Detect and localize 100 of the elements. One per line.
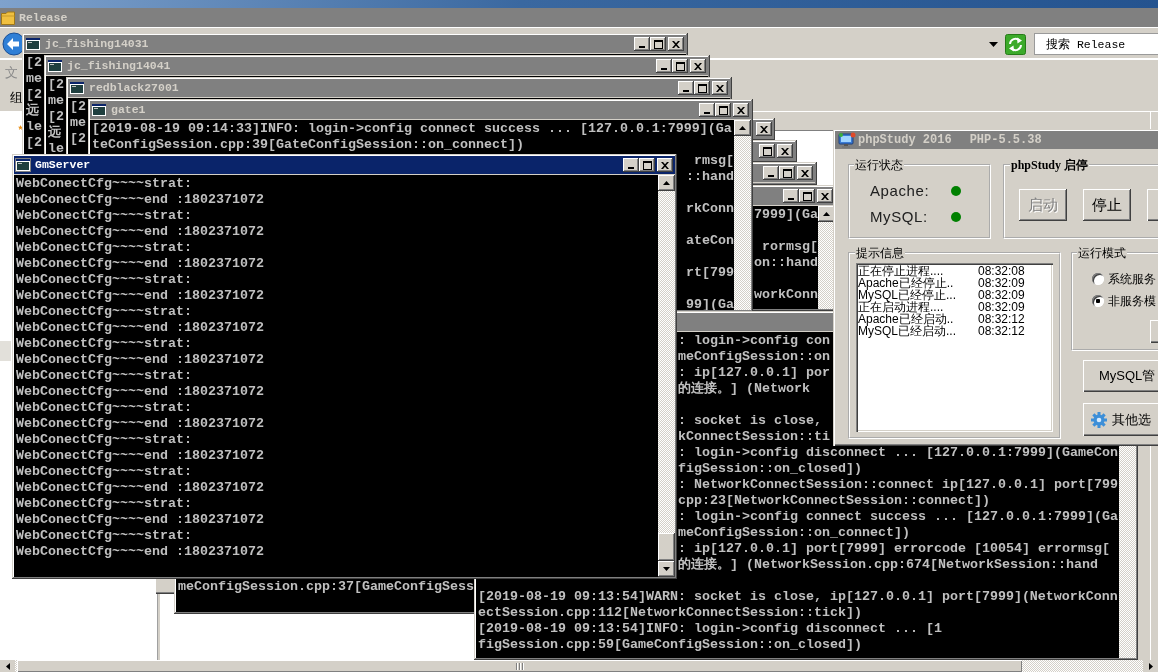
console-line: 的连接。] (NetworkSession.cpp:674[NetworkSession::hand bbox=[678, 557, 1098, 573]
console-line: rt[799 bbox=[686, 265, 734, 281]
scroll-right-button[interactable] bbox=[1143, 660, 1158, 672]
service-label: MySQL: bbox=[870, 208, 929, 226]
console-line: 7999](Ga bbox=[754, 207, 818, 223]
console-line: WebConectCfg~~~~end :1802371072 bbox=[16, 352, 264, 368]
partial-button[interactable] bbox=[1147, 189, 1158, 221]
close-button[interactable] bbox=[668, 37, 684, 51]
log-message: Apache已经启动.. bbox=[858, 313, 955, 325]
maximize-button[interactable] bbox=[759, 144, 775, 158]
search-field[interactable]: 搜索 Release bbox=[1034, 33, 1158, 55]
action-button[interactable]: 其他选 bbox=[1083, 403, 1158, 436]
arrow-up-icon bbox=[823, 212, 830, 216]
close-icon bbox=[716, 84, 724, 92]
console-line: kConnectSession::ti bbox=[678, 429, 830, 445]
scrollbar-thumb[interactable] bbox=[658, 533, 675, 561]
maximize-button[interactable] bbox=[715, 103, 731, 117]
close-button[interactable] bbox=[690, 59, 706, 73]
maximize-button[interactable] bbox=[799, 189, 815, 203]
close-button[interactable] bbox=[817, 189, 833, 203]
minimize-button[interactable] bbox=[763, 166, 779, 180]
close-button[interactable] bbox=[797, 166, 813, 180]
console-line: [2019-08-19 09:14:33]INFO: login->config connect success ... [127.0.0.1:7999](Ga bbox=[92, 121, 732, 137]
folder-icon bbox=[1, 10, 15, 25]
maximize-icon bbox=[697, 83, 707, 93]
maximize-icon bbox=[718, 105, 728, 115]
console-line: WebConectCfg~~~~end :1802371072 bbox=[16, 320, 264, 336]
log-message: 正在停止进程.... bbox=[858, 265, 944, 277]
log-time: 08:32:12 bbox=[978, 313, 1025, 325]
radio-button[interactable] bbox=[1092, 295, 1104, 307]
radio-option[interactable]: 非服务模 bbox=[1092, 290, 1158, 312]
action-button[interactable]: MySQL管 bbox=[1083, 360, 1158, 392]
console-line: : login->config disconnect ... [127.0.0.1:7999](GameCon bbox=[678, 445, 1118, 461]
console-line: : login->config con bbox=[678, 333, 830, 349]
minimize-button[interactable] bbox=[623, 158, 639, 172]
minimize-button[interactable] bbox=[634, 37, 650, 51]
refresh-icon[interactable] bbox=[1005, 33, 1026, 55]
console-line: [2019-08-19 09:13:54]INFO: login->config disconnect ... [1 bbox=[478, 621, 942, 637]
action-button[interactable]: 停止 bbox=[1083, 189, 1131, 221]
maximize-button[interactable] bbox=[672, 59, 688, 73]
arrow-right-icon bbox=[1148, 662, 1153, 670]
console-line: [2 bbox=[70, 99, 86, 115]
maximize-button[interactable] bbox=[639, 158, 655, 172]
console-line: WebConectCfg~~~~strat: bbox=[16, 528, 192, 544]
log-time: 08:32:12 bbox=[978, 325, 1025, 337]
group-label: 提示信息 bbox=[855, 246, 905, 260]
maximize-button[interactable] bbox=[779, 166, 795, 180]
service-label: Apache: bbox=[870, 182, 931, 200]
console-line: teConfigSession.cpp:39[GateConfigSession::on_connect]) bbox=[92, 137, 524, 153]
toolbar-item[interactable]: 组 bbox=[10, 90, 23, 105]
close-icon bbox=[821, 192, 829, 200]
console-line: meConfigSession::on_connect]) bbox=[678, 525, 910, 541]
maximize-icon bbox=[802, 191, 812, 201]
scroll-left-button[interactable] bbox=[0, 660, 15, 672]
console-line: me bbox=[26, 71, 42, 87]
radio-button[interactable] bbox=[1092, 273, 1104, 285]
log-time: 08:32:08 bbox=[978, 265, 1025, 277]
close-button[interactable] bbox=[657, 158, 673, 172]
maximize-icon bbox=[782, 168, 792, 178]
group-label: phpStudy 启停 bbox=[1010, 158, 1090, 172]
dropdown-caret-icon[interactable] bbox=[989, 41, 998, 47]
partial-button[interactable] bbox=[1150, 320, 1158, 343]
close-button[interactable] bbox=[777, 144, 793, 158]
console-line: figSession.cpp:59[GameConfigSession::on_closed]) bbox=[478, 637, 862, 653]
console-line: : socket is close, bbox=[678, 413, 822, 429]
maximize-button[interactable] bbox=[694, 81, 710, 95]
scroll-up-button[interactable] bbox=[658, 175, 675, 191]
minimize-button[interactable] bbox=[678, 81, 694, 95]
console-line: [2 bbox=[26, 87, 42, 103]
scroll-up-button[interactable] bbox=[734, 120, 751, 136]
maximize-icon bbox=[642, 160, 652, 170]
console-line: 远 bbox=[26, 103, 39, 119]
console-line: [2 bbox=[26, 55, 42, 71]
console-line: 的连接。] (Network bbox=[678, 381, 810, 397]
console-line: WebConectCfg~~~~strat: bbox=[16, 400, 192, 416]
console-line: le bbox=[48, 141, 64, 155]
close-button[interactable] bbox=[733, 103, 749, 117]
window-title: redblack27001 bbox=[89, 81, 179, 95]
console-line: WebConectCfg~~~~end :1802371072 bbox=[16, 480, 264, 496]
minimize-button[interactable] bbox=[699, 103, 715, 117]
console-line: [2 bbox=[26, 135, 42, 151]
back-icon[interactable] bbox=[2, 32, 22, 56]
console-line: ::hand bbox=[686, 169, 734, 185]
maximize-button[interactable] bbox=[650, 37, 666, 51]
radio-option[interactable]: 系统服务 bbox=[1092, 268, 1158, 290]
minimize-button[interactable] bbox=[783, 189, 799, 203]
console-line: : NetworkConnectSession::connect ip[127.0.0.1] port[799 bbox=[678, 477, 1118, 493]
vertical-scrollbar[interactable] bbox=[734, 120, 751, 310]
vertical-scrollbar[interactable] bbox=[658, 175, 675, 577]
log-message: MySQL已经停止... bbox=[858, 289, 957, 301]
console-line: [2 bbox=[70, 131, 86, 147]
console-line: WebConectCfg~~~~end :1802371072 bbox=[16, 288, 264, 304]
close-icon bbox=[737, 106, 745, 114]
window-title: Release bbox=[19, 10, 68, 25]
scroll-down-button[interactable] bbox=[658, 561, 675, 577]
close-button[interactable] bbox=[712, 81, 728, 95]
console-line: WebConectCfg~~~~end :1802371072 bbox=[16, 448, 264, 464]
vertical-scrollbar[interactable] bbox=[1119, 446, 1136, 658]
minimize-button[interactable] bbox=[656, 59, 672, 73]
console-line: WebConectCfg~~~~strat: bbox=[16, 176, 192, 192]
